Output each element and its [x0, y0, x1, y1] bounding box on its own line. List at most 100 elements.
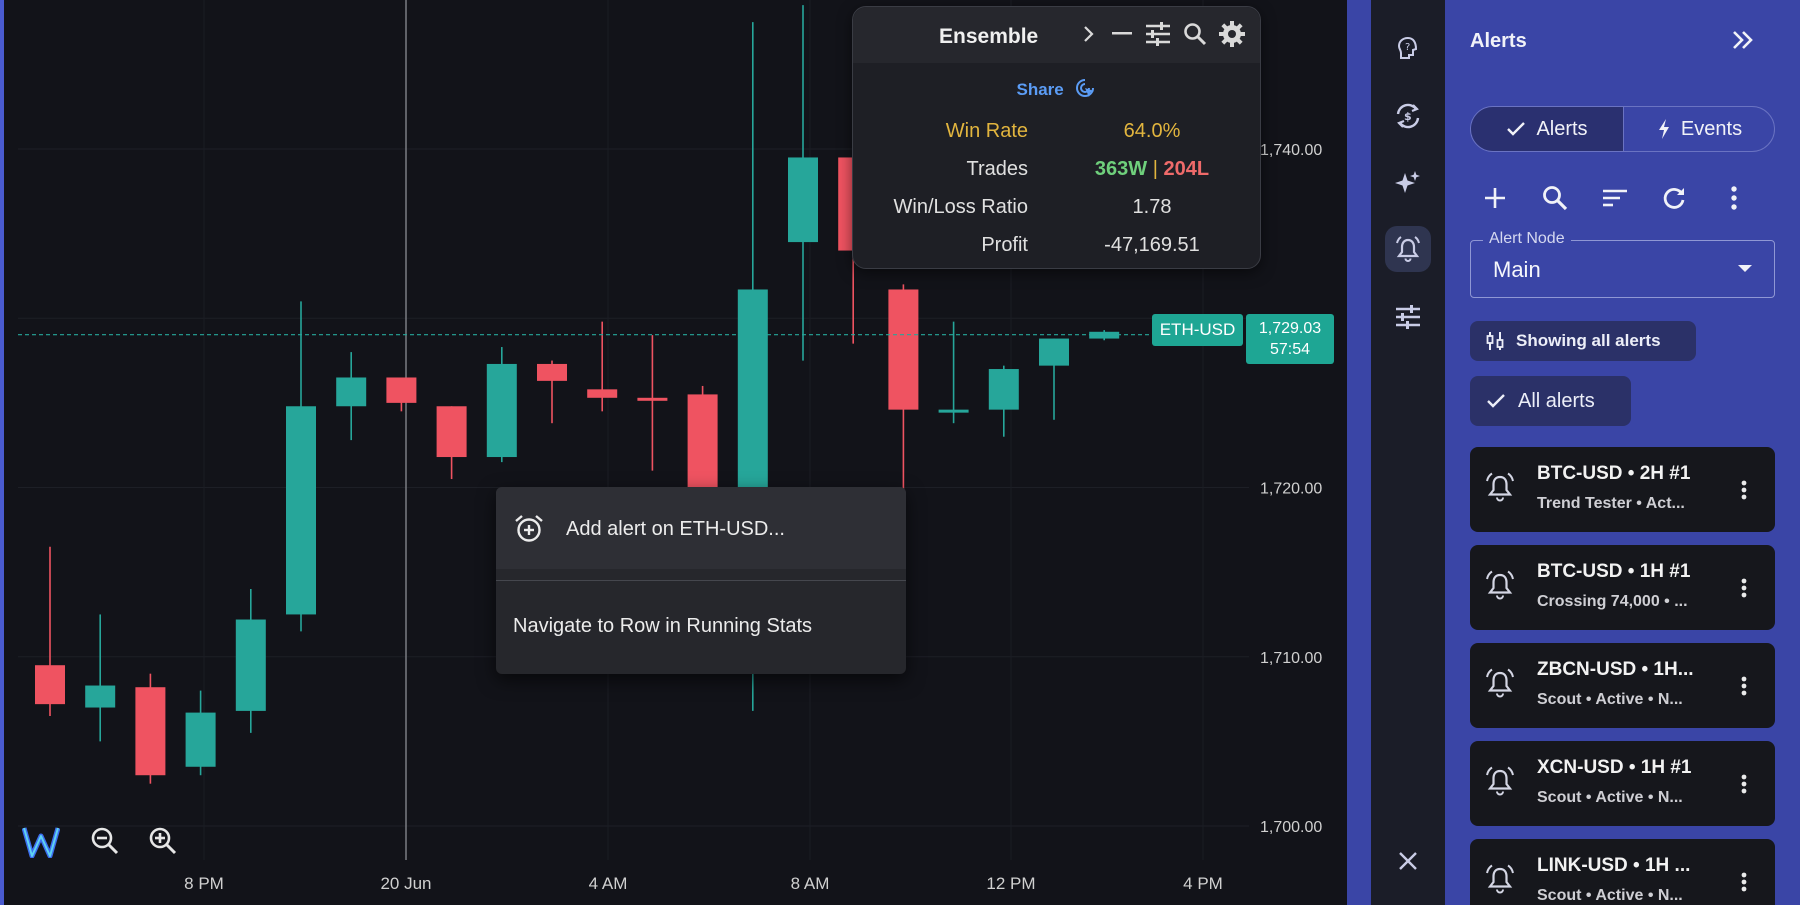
candle — [85, 614, 116, 742]
candle-body — [436, 406, 467, 458]
more-vert-icon[interactable] — [1732, 867, 1756, 897]
sliders-icon[interactable] — [1385, 294, 1431, 340]
more-vert-icon[interactable] — [1732, 573, 1756, 603]
alarm-bell-icon[interactable] — [1385, 226, 1431, 272]
trades-label: Trades — [966, 158, 1028, 180]
candle-body — [888, 289, 919, 410]
candle-body — [35, 665, 65, 705]
stat-ratio: Win/Loss Ratio 1.78 — [853, 196, 1260, 226]
last-price-tag: 1,729.03 57:54 — [1246, 314, 1334, 364]
zoom-in-icon[interactable] — [148, 826, 182, 860]
candle — [988, 365, 1019, 437]
alert-title: BTC-USD • 2H #1 — [1537, 463, 1691, 484]
time-axis-label: 4 AM — [589, 874, 628, 893]
stat-trades: Trades 363W | 204L — [853, 158, 1260, 188]
showing-label[interactable]: Showing all alerts — [1516, 331, 1661, 351]
alert-card[interactable]: ZBCN-USD • 1H... Scout • Active • N... — [1470, 643, 1775, 728]
candle-body — [537, 363, 567, 381]
exchange-icon[interactable]: $ — [1385, 93, 1431, 139]
candle-body — [587, 389, 618, 398]
profit-label: Profit — [981, 234, 1028, 256]
candle — [35, 546, 65, 716]
candle-body — [486, 363, 517, 458]
ratio-label: Win/Loss Ratio — [893, 196, 1029, 218]
filter-chip-showing[interactable]: Showing all alerts — [1470, 321, 1696, 361]
tab-alerts-label[interactable]: Alerts — [1536, 118, 1587, 141]
candle-body — [988, 369, 1019, 410]
candle-body — [938, 409, 969, 413]
context-menu: Add alert on ETH-USD... Navigate to Row … — [496, 487, 906, 674]
alert-card[interactable]: XCN-USD • 1H #1 Scout • Active • N... — [1470, 741, 1775, 826]
price-axis-label: 1,740.00 — [1260, 142, 1322, 159]
share-link[interactable]: Share — [853, 77, 1260, 104]
all-alerts-label[interactable]: All alerts — [1518, 390, 1595, 413]
candle — [637, 335, 668, 471]
more-vert-icon[interactable] — [1732, 475, 1756, 505]
zoom-out-icon[interactable] — [90, 826, 124, 860]
candle — [888, 284, 919, 500]
navigate-label[interactable]: Navigate to Row in Running Stats — [513, 615, 812, 638]
sparkle-icon[interactable] — [1385, 160, 1431, 206]
candle-body — [788, 157, 818, 243]
refresh-icon[interactable] — [1656, 180, 1692, 216]
candle — [436, 406, 467, 480]
sort-icon[interactable] — [1597, 180, 1633, 216]
add-alert-label[interactable]: Add alert on ETH-USD... — [566, 518, 785, 541]
minimize-icon[interactable] — [1107, 19, 1137, 49]
gear-icon[interactable] — [1217, 19, 1247, 49]
profit-value: -47,169.51 — [1104, 234, 1200, 256]
alert-node-select[interactable]: Alert Node Main — [1470, 230, 1775, 298]
last-price: 1,729.03 — [1258, 320, 1322, 337]
double-chevron-right-icon[interactable] — [1728, 25, 1762, 59]
search-icon[interactable] — [1537, 180, 1573, 216]
candle-body — [336, 377, 367, 407]
stat-profit: Profit -47,169.51 — [853, 234, 1260, 264]
candle — [1039, 338, 1069, 420]
filter-chip-all[interactable]: All alerts — [1470, 376, 1631, 426]
ratio-value: 1.78 — [1132, 196, 1172, 218]
alarm-bell-icon — [1484, 863, 1516, 900]
help-brain-icon[interactable]: ? — [1385, 25, 1431, 71]
candle-body — [286, 406, 316, 615]
check-icon — [1507, 122, 1526, 136]
more-vert-icon[interactable] — [1732, 769, 1756, 799]
alert-subtitle: Scout • Active • N... — [1537, 887, 1683, 904]
alert-subtitle: Trend Tester • Act... — [1537, 495, 1685, 512]
alert-card[interactable]: BTC-USD • 1H #1 Crossing 74,000 • ... — [1470, 545, 1775, 630]
svg-text:?: ? — [1405, 42, 1410, 53]
sliders-icon[interactable] — [1143, 19, 1173, 49]
alert-subtitle: Crossing 74,000 • ... — [1537, 593, 1688, 610]
tab-events[interactable]: Events — [1623, 107, 1774, 151]
dropdown-caret-icon[interactable] — [1738, 265, 1752, 272]
candle — [386, 377, 417, 412]
search-icon[interactable] — [1180, 19, 1210, 49]
trades-value: 363W | 204L — [1072, 158, 1232, 181]
share-label[interactable]: Share — [1017, 80, 1064, 99]
plus-icon[interactable] — [1477, 180, 1513, 216]
alert-node-label: Alert Node — [1483, 230, 1571, 248]
alert-subtitle: Scout • Active • N... — [1537, 789, 1683, 806]
time-axis-label: 4 PM — [1183, 874, 1223, 893]
alert-card[interactable]: LINK-USD • 1H ... Scout • Active • N... — [1470, 839, 1775, 905]
alert-card[interactable]: BTC-USD • 2H #1 Trend Tester • Act... — [1470, 447, 1775, 532]
chart-area[interactable]: 1,740.00 1,720.00 1,710.00 1,700.00 8 PM 20 … — [0, 0, 1347, 905]
tab-alerts[interactable]: Alerts — [1471, 107, 1623, 151]
more-vert-icon[interactable] — [1716, 180, 1752, 216]
trades-losses: 204L — [1163, 158, 1210, 180]
alert-title: XCN-USD • 1H #1 — [1537, 757, 1692, 778]
menu-item-add-alert[interactable]: Add alert on ETH-USD... — [496, 487, 906, 569]
chevron-right-icon[interactable] — [1073, 19, 1103, 49]
candle-body — [737, 289, 768, 496]
svg-text:$: $ — [1404, 110, 1412, 123]
candle — [185, 690, 216, 776]
more-vert-icon[interactable] — [1732, 671, 1756, 701]
close-icon[interactable] — [1385, 838, 1431, 884]
menu-item-navigate[interactable]: Navigate to Row in Running Stats — [496, 581, 906, 674]
tab-events-label[interactable]: Events — [1681, 118, 1742, 141]
trades-separator: | — [1152, 158, 1158, 180]
win-rate-value: 64.0% — [1123, 120, 1181, 142]
candle — [486, 347, 517, 463]
bolt-icon — [1658, 119, 1669, 139]
alert-node-value[interactable]: Main — [1493, 257, 1541, 283]
candle-body — [637, 397, 668, 401]
